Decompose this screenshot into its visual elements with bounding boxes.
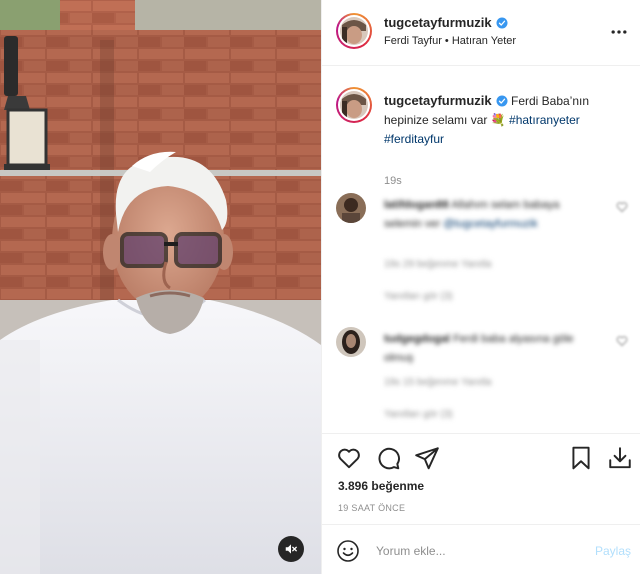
verified-badge-icon <box>496 17 508 29</box>
paper-plane-icon[interactable] <box>414 445 440 471</box>
hashtag-hatiranyeter[interactable]: #hatıranyeter <box>509 113 580 127</box>
comment-text: latifdogan88 Allahım selam babaya selemi… <box>384 196 594 234</box>
post-header: tugcetayfurmuzik Ferdi Tayfur • Hatıran … <box>322 0 640 66</box>
video-frame <box>0 0 321 574</box>
avatar-image <box>340 17 368 45</box>
more-horizontal-icon[interactable] <box>609 22 629 42</box>
comment-input[interactable] <box>376 540 576 562</box>
avatar-image <box>336 193 366 223</box>
like-count[interactable]: 3.896 beğenme <box>338 479 424 493</box>
avatar-image <box>336 327 366 357</box>
bouquet-emoji: 💐 <box>490 113 506 127</box>
comment-heart-icon[interactable] <box>616 335 628 347</box>
comments-list[interactable]: tugcetayfurmuzik Ferdi Baba’nın hepinize… <box>322 67 640 433</box>
add-comment-form: Paylaş <box>322 524 640 574</box>
commenter-avatar[interactable] <box>336 327 366 357</box>
post-comment-button[interactable]: Paylaş <box>595 544 631 558</box>
smiley-icon[interactable] <box>336 539 360 563</box>
comment-heart-icon[interactable] <box>616 201 628 213</box>
avatar-image <box>340 91 368 119</box>
caption-text: tugcetayfurmuzik Ferdi Baba’nın hepinize… <box>384 91 624 149</box>
commenter-username[interactable]: tudgegdogal <box>384 333 450 345</box>
author-username[interactable]: tugcetayfurmuzik <box>384 15 508 30</box>
post-side-panel: tugcetayfurmuzik Ferdi Tayfur • Hatıran … <box>321 0 640 574</box>
view-replies-button[interactable]: Yanıtları gör (3) <box>384 409 453 420</box>
commenter-avatar[interactable] <box>336 193 366 223</box>
comment-text: tudgegdogal Ferdi baba alyasına göle olm… <box>384 330 594 368</box>
audio-track-link[interactable]: Ferdi Tayfur • Hatıran Yeter <box>384 35 516 47</box>
bookmark-icon[interactable] <box>568 445 594 471</box>
comment-mention[interactable]: @tugcetayfurmuzik <box>443 218 537 230</box>
heart-icon[interactable] <box>336 445 362 471</box>
speaker-muted-icon <box>285 544 297 554</box>
caption-timestamp[interactable]: 19s <box>384 175 402 187</box>
mute-toggle-button[interactable] <box>278 536 304 562</box>
comment-meta[interactable]: 19s 15 beğenme Yanıtla <box>384 377 492 388</box>
post-timestamp[interactable]: 19 SAAT ÖNCE <box>338 503 405 513</box>
caption-username[interactable]: tugcetayfurmuzik <box>384 93 492 108</box>
commenter-username[interactable]: latifdogan88 <box>384 199 449 211</box>
view-replies-button[interactable]: Yanıtları gör (3) <box>384 291 453 302</box>
author-avatar[interactable] <box>336 13 372 49</box>
download-icon[interactable] <box>607 445 633 471</box>
comment-bubble-icon[interactable] <box>375 445 401 471</box>
verified-badge-icon <box>496 95 508 107</box>
author-username-text[interactable]: tugcetayfurmuzik <box>384 15 492 30</box>
hashtag-ferditayfur[interactable]: #ferditayfur <box>384 132 444 146</box>
caption-author-avatar[interactable] <box>336 87 372 123</box>
post-media-video[interactable] <box>0 0 321 574</box>
post-actions: 3.896 beğenme 19 SAAT ÖNCE <box>322 433 640 523</box>
comment-meta[interactable]: 19s 29 beğenme Yanıtla <box>384 259 492 270</box>
